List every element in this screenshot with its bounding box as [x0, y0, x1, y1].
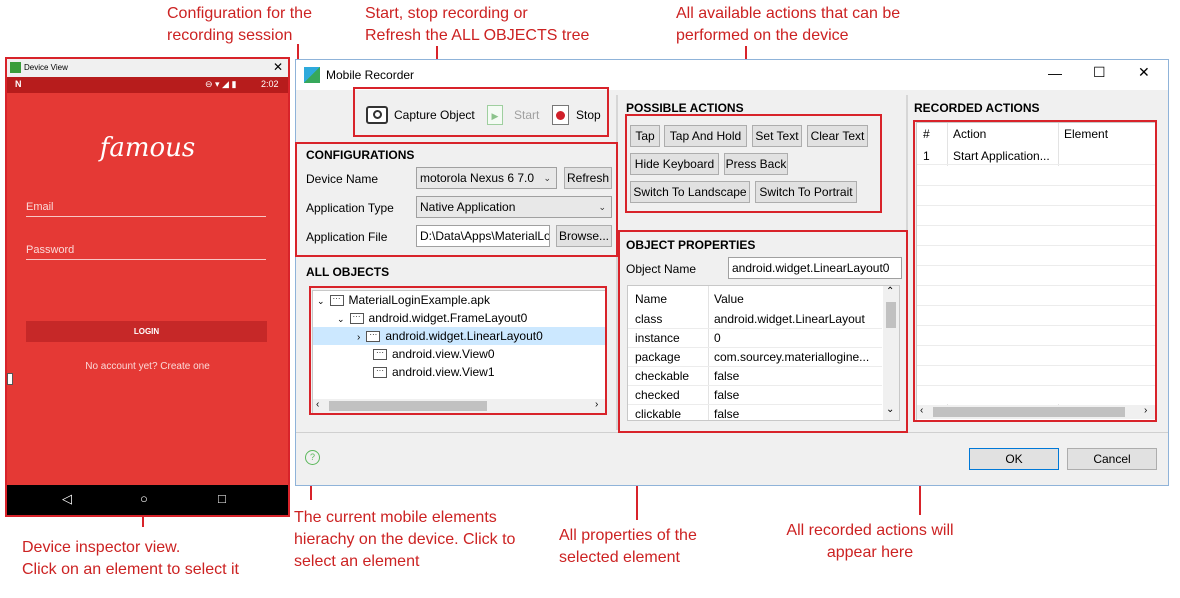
possible-actions-highlight [625, 114, 882, 213]
recorded-actions-highlight [913, 120, 1157, 422]
recorded-actions-title: RECORDED ACTIONS [914, 101, 1040, 115]
cancel-button[interactable]: Cancel [1067, 448, 1157, 470]
all-objects-title: ALL OBJECTS [306, 265, 390, 279]
window-titlebar: Mobile Recorder — ☐ ✕ [296, 60, 1168, 90]
maximize-icon[interactable]: ☐ [1093, 64, 1106, 81]
configurations-highlight [295, 142, 618, 257]
toolbar-highlight [353, 87, 609, 137]
close-icon[interactable]: ✕ [1138, 64, 1150, 81]
all-objects-highlight [309, 286, 607, 415]
device-highlight [5, 57, 290, 517]
katalon-icon [304, 67, 320, 83]
object-properties-highlight [618, 230, 908, 433]
minimize-icon[interactable]: — [1048, 65, 1062, 81]
help-icon[interactable]: ? [305, 450, 320, 465]
possible-actions-title: POSSIBLE ACTIONS [626, 101, 744, 115]
window-title: Mobile Recorder [326, 68, 415, 82]
ok-button[interactable]: OK [969, 448, 1059, 470]
